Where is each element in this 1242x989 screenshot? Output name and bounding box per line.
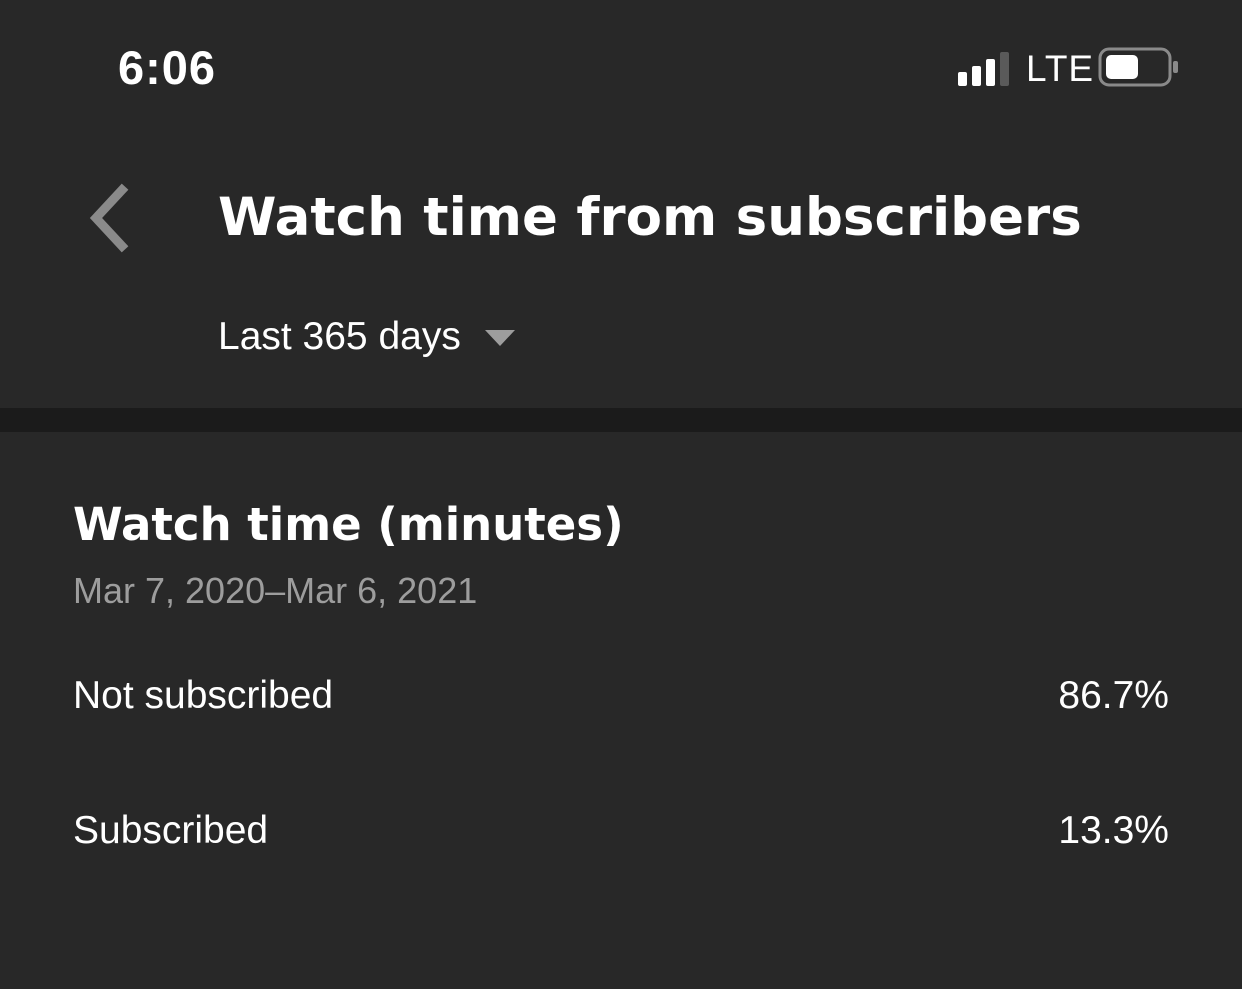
back-button[interactable]	[78, 182, 140, 254]
battery-icon	[1098, 47, 1178, 87]
signal-bar	[1000, 52, 1009, 86]
page-header: Watch time from subscribers Last 365 day…	[0, 130, 1242, 408]
row-label: Subscribed	[73, 809, 269, 852]
signal-bar	[958, 72, 967, 86]
page-title: Watch time from subscribers	[218, 187, 1082, 248]
card-title: Watch time (minutes)	[73, 498, 624, 551]
list-item: Subscribed 13.3%	[73, 803, 1169, 859]
cellular-signal-icon	[958, 52, 1009, 86]
period-label: Last 365 days	[218, 315, 461, 358]
period-dropdown[interactable]: Last 365 days	[218, 310, 515, 364]
signal-bar	[972, 66, 981, 86]
section-divider	[0, 408, 1242, 432]
status-bar: 6:06 LTE	[0, 0, 1242, 130]
caret-down-icon	[484, 330, 515, 346]
status-time: 6:06	[118, 41, 217, 94]
watch-time-card: Watch time (minutes) Mar 7, 2020–Mar 6, …	[0, 432, 1242, 989]
signal-bar	[986, 59, 995, 86]
row-value: 13.3%	[1058, 809, 1169, 852]
row-label: Not subscribed	[73, 674, 334, 717]
chevron-left-icon	[89, 183, 129, 253]
list-item: Not subscribed 86.7%	[73, 668, 1169, 724]
row-value: 86.7%	[1058, 674, 1169, 717]
network-type: LTE	[1026, 48, 1095, 89]
date-range: Mar 7, 2020–Mar 6, 2021	[73, 570, 478, 611]
